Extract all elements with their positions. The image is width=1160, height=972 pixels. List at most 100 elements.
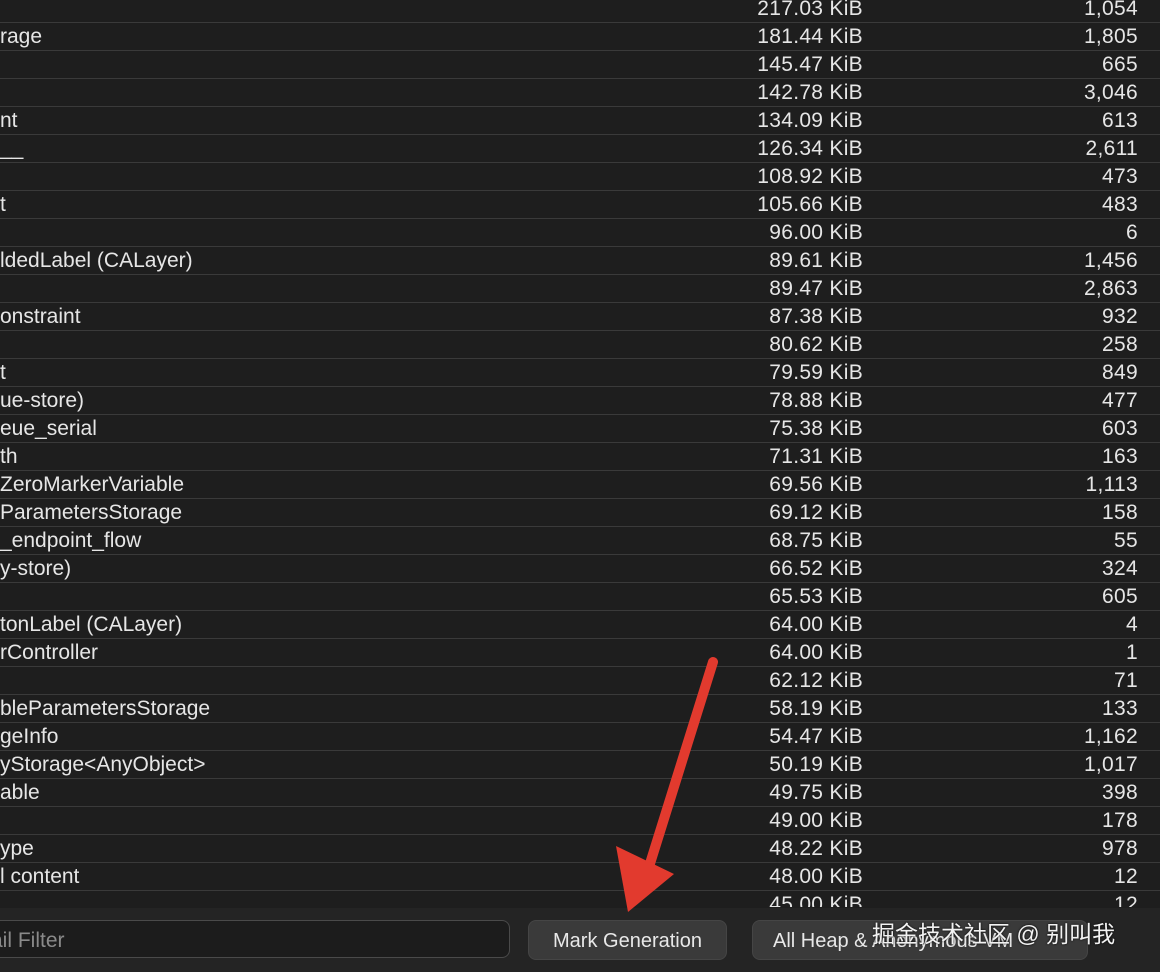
row-allocation-count: 1 [1126, 641, 1138, 664]
row-total-bytes: 58.19 KiB [769, 697, 863, 720]
row-category-name: ParametersStorage [0, 501, 183, 524]
row-total-bytes: 217.03 KiB [757, 0, 863, 20]
row-allocation-count: 477 [1102, 389, 1138, 412]
table-row[interactable]: rage 181.44 KiB 1,805 [0, 23, 1160, 51]
table-row[interactable]: 145.47 KiB 665 [0, 51, 1160, 79]
filter-placeholder: ail Filter [0, 929, 65, 952]
row-total-bytes: 69.12 KiB [769, 501, 863, 524]
row-total-bytes: 71.31 KiB [769, 445, 863, 468]
row-total-bytes: 69.56 KiB [769, 473, 863, 496]
table-row[interactable]: ype 48.22 KiB 978 [0, 835, 1160, 863]
table-row[interactable]: ParametersStorage 69.12 KiB 158 [0, 499, 1160, 527]
table-row[interactable]: 89.47 KiB 2,863 [0, 275, 1160, 303]
row-total-bytes: 48.22 KiB [769, 837, 863, 860]
row-category-name: t [0, 361, 6, 384]
table-row[interactable]: 80.62 KiB 258 [0, 331, 1160, 359]
row-category-name: __ [0, 137, 24, 160]
table-row[interactable]: ldedLabel (CALayer) 89.61 KiB 1,456 [0, 247, 1160, 275]
table-row[interactable]: __ 126.34 KiB 2,611 [0, 135, 1160, 163]
table-row[interactable]: eue_serial 75.38 KiB 603 [0, 415, 1160, 443]
table-row[interactable]: geInfo 54.47 KiB 1,162 [0, 723, 1160, 751]
row-category-name: rController [0, 641, 99, 664]
row-category-name: yStorage<AnyObject> [0, 753, 206, 776]
row-allocation-count: 6 [1126, 221, 1138, 244]
row-category-name: t [0, 193, 6, 216]
row-category-name: bleParametersStorage [0, 697, 211, 720]
row-total-bytes: 45.00 KiB [769, 893, 863, 907]
row-allocation-count: 483 [1102, 193, 1138, 216]
table-row[interactable]: ZeroMarkerVariable 69.56 KiB 1,113 [0, 471, 1160, 499]
row-category-name: nt [0, 109, 18, 132]
row-allocation-count: 932 [1102, 305, 1138, 328]
table-row[interactable]: t 79.59 KiB 849 [0, 359, 1160, 387]
table-row[interactable]: 217.03 KiB 1,054 [0, 0, 1160, 23]
row-total-bytes: 50.19 KiB [769, 753, 863, 776]
row-category-name: l content [0, 865, 80, 888]
table-row[interactable]: t 105.66 KiB 483 [0, 191, 1160, 219]
row-total-bytes: 80.62 KiB [769, 333, 863, 356]
table-row[interactable]: 62.12 KiB 71 [0, 667, 1160, 695]
row-total-bytes: 65.53 KiB [769, 585, 863, 608]
table-row[interactable]: 142.78 KiB 3,046 [0, 79, 1160, 107]
row-total-bytes: 66.52 KiB [769, 557, 863, 580]
row-total-bytes: 145.47 KiB [757, 53, 863, 76]
row-allocation-count: 2,863 [1083, 277, 1138, 300]
row-category-name: ZeroMarkerVariable [0, 473, 185, 496]
table-row[interactable]: th 71.31 KiB 163 [0, 443, 1160, 471]
row-allocation-count: 4 [1126, 613, 1138, 636]
row-allocation-count: 1,162 [1083, 725, 1138, 748]
table-row[interactable]: 45.00 KiB 12 [0, 891, 1160, 907]
row-allocation-count: 398 [1102, 781, 1138, 804]
row-total-bytes: 126.34 KiB [757, 137, 863, 160]
row-allocation-count: 1,017 [1083, 753, 1138, 776]
row-allocation-count: 3,046 [1083, 81, 1138, 104]
table-row[interactable]: able 49.75 KiB 398 [0, 779, 1160, 807]
table-row[interactable]: 65.53 KiB 605 [0, 583, 1160, 611]
row-total-bytes: 89.47 KiB [769, 277, 863, 300]
row-total-bytes: 96.00 KiB [769, 221, 863, 244]
table-row[interactable]: tonLabel (CALayer) 64.00 KiB 4 [0, 611, 1160, 639]
filter-input[interactable]: ail Filter [0, 920, 510, 958]
row-allocation-count: 12 [1114, 893, 1138, 907]
row-total-bytes: 64.00 KiB [769, 641, 863, 664]
row-allocation-count: 1,805 [1083, 25, 1138, 48]
row-allocation-count: 158 [1102, 501, 1138, 524]
table-row[interactable]: l content 48.00 KiB 12 [0, 863, 1160, 891]
row-total-bytes: 79.59 KiB [769, 361, 863, 384]
row-allocation-count: 473 [1102, 165, 1138, 188]
row-total-bytes: 78.88 KiB [769, 389, 863, 412]
row-total-bytes: 134.09 KiB [757, 109, 863, 132]
row-allocation-count: 258 [1102, 333, 1138, 356]
table-row[interactable]: y-store) 66.52 KiB 324 [0, 555, 1160, 583]
row-allocation-count: 55 [1114, 529, 1138, 552]
row-total-bytes: 62.12 KiB [769, 669, 863, 692]
row-total-bytes: 108.92 KiB [757, 165, 863, 188]
table-row[interactable]: 108.92 KiB 473 [0, 163, 1160, 191]
table-row[interactable]: nt 134.09 KiB 613 [0, 107, 1160, 135]
table-row[interactable]: ue-store) 78.88 KiB 477 [0, 387, 1160, 415]
watermark-text: 掘金技术社区 @ 别叫我 [872, 921, 1116, 947]
row-allocation-count: 849 [1102, 361, 1138, 384]
table-row[interactable]: onstraint 87.38 KiB 932 [0, 303, 1160, 331]
row-allocation-count: 324 [1102, 557, 1138, 580]
row-category-name: onstraint [0, 305, 81, 328]
row-allocation-count: 1,456 [1083, 249, 1138, 272]
row-category-name: y-store) [0, 557, 72, 580]
row-allocation-count: 605 [1102, 585, 1138, 608]
row-allocation-count: 12 [1114, 865, 1138, 888]
table-row[interactable]: bleParametersStorage 58.19 KiB 133 [0, 695, 1160, 723]
mark-generation-button[interactable]: Mark Generation [528, 920, 727, 960]
row-total-bytes: 75.38 KiB [769, 417, 863, 440]
row-allocation-count: 2,611 [1085, 137, 1138, 160]
row-allocation-count: 71 [1114, 669, 1138, 692]
table-row[interactable]: rController 64.00 KiB 1 [0, 639, 1160, 667]
table-row[interactable]: 49.00 KiB 178 [0, 807, 1160, 835]
row-allocation-count: 613 [1102, 109, 1138, 132]
row-allocation-count: 178 [1102, 809, 1138, 832]
row-category-name: ldedLabel (CALayer) [0, 249, 193, 272]
row-total-bytes: 181.44 KiB [757, 25, 863, 48]
table-row[interactable]: yStorage<AnyObject> 50.19 KiB 1,017 [0, 751, 1160, 779]
table-row[interactable]: 96.00 KiB 6 [0, 219, 1160, 247]
table-row[interactable]: _endpoint_flow 68.75 KiB 55 [0, 527, 1160, 555]
row-total-bytes: 64.00 KiB [769, 613, 863, 636]
